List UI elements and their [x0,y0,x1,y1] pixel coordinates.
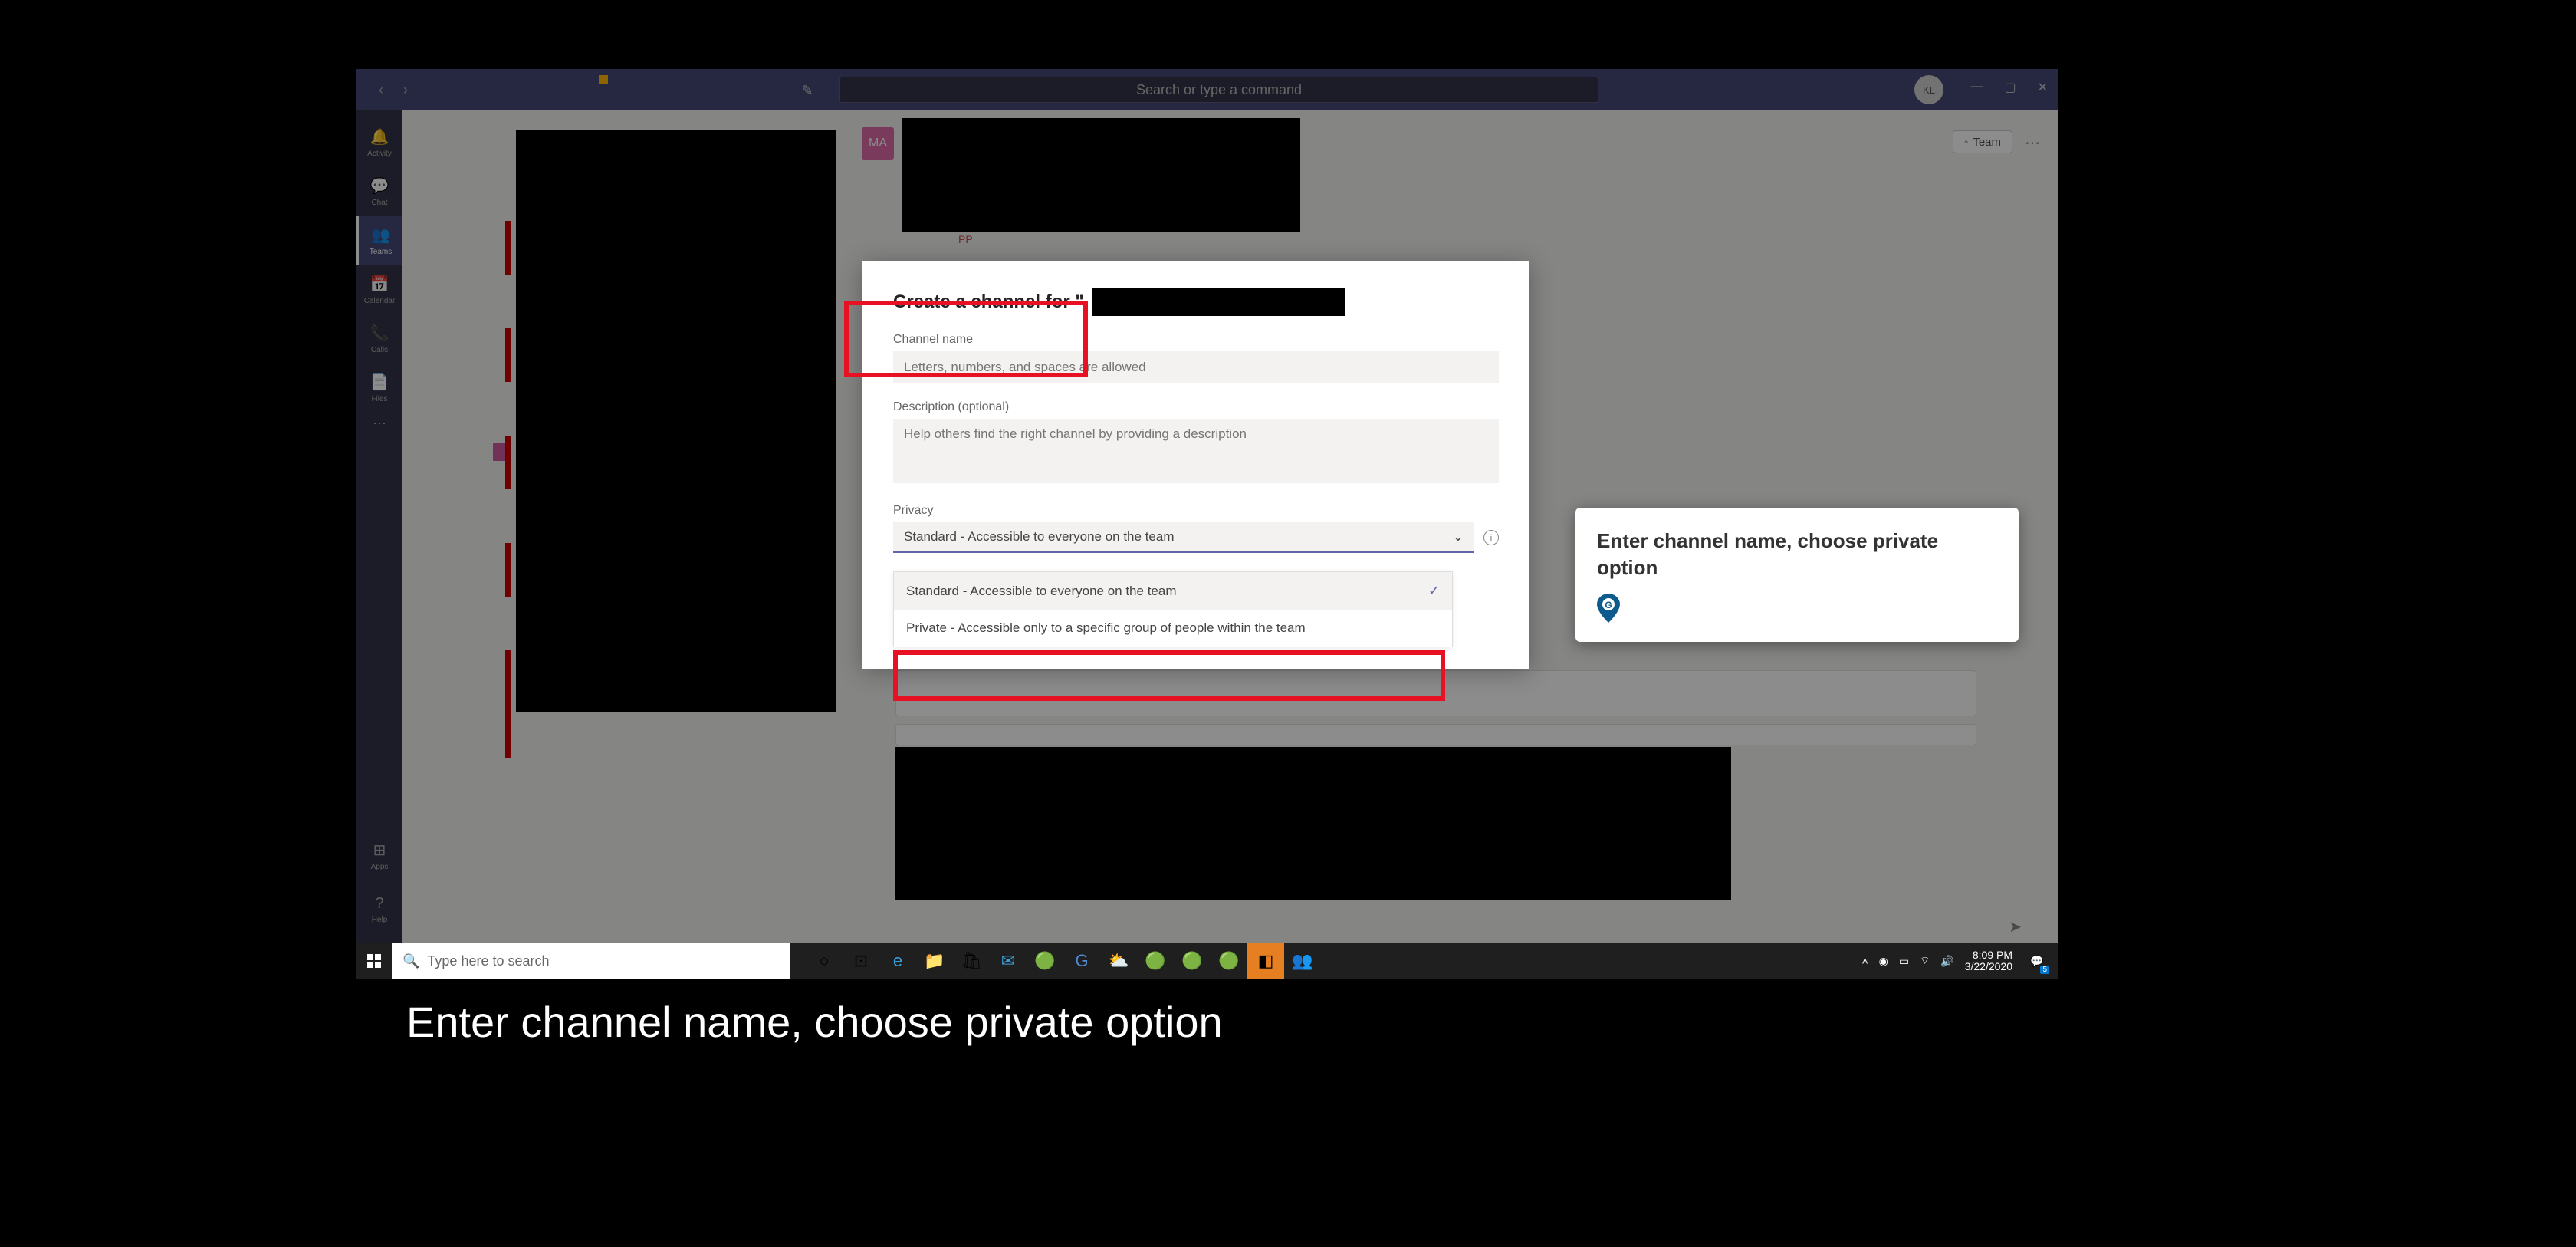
privacy-option-standard[interactable]: Standard - Accessible to everyone on the… [894,572,1452,610]
instruction-callout: Enter channel name, choose private optio… [1576,508,2019,642]
taskbar-search-input[interactable]: 🔍 Type here to search [392,943,790,979]
app-g-icon[interactable]: G [1063,943,1100,979]
create-channel-modal: Create a channel for " Channel name Desc… [863,261,1530,669]
taskbar-search-placeholder: Type here to search [427,953,549,969]
check-icon: ✓ [1428,583,1440,599]
channel-name-label: Channel name [893,333,1499,347]
chevron-down-icon: ⌄ [1453,529,1464,545]
search-icon: 🔍 [402,953,419,969]
tray-volume-icon[interactable]: 🔊 [1940,955,1953,968]
mail-icon[interactable]: ✉ [990,943,1027,979]
channel-name-input[interactable] [893,351,1499,383]
windows-taskbar: 🔍 Type here to search ○ ⊡ e 📁 🛍 ✉ 🟢 G ⛅ … [356,943,2058,979]
app-orange-icon[interactable]: ◧ [1247,943,1284,979]
svg-text:G: G [1605,600,1612,610]
privacy-selected-value: Standard - Accessible to everyone on the… [904,529,1174,545]
tray-chevron-icon[interactable]: ˄ [1861,955,1868,967]
chrome4-icon[interactable]: 🟢 [1211,943,1247,979]
modal-title-prefix: Create a channel for " [893,291,1084,313]
privacy-select[interactable]: Standard - Accessible to everyone on the… [893,522,1474,553]
tray-wifi-icon[interactable]: ⌔ [1920,954,1930,968]
store-icon[interactable]: 🛍 [953,943,990,979]
task-view-icon[interactable]: ⊡ [843,943,879,979]
weather-icon[interactable]: ⛅ [1100,943,1137,979]
explorer-icon[interactable]: 📁 [916,943,953,979]
chrome3-icon[interactable]: 🟢 [1174,943,1211,979]
start-button[interactable] [356,943,392,979]
description-label: Description (optional) [893,400,1499,414]
modal-title: Create a channel for " [893,288,1499,316]
notifications-button[interactable]: 💬 5 [2023,943,2051,979]
tray-location-icon[interactable]: ◉ [1879,955,1888,968]
redaction-block [1092,288,1345,316]
taskbar-clock[interactable]: 8:09 PM 3/22/2020 [1965,949,2013,973]
video-caption: Enter channel name, choose private optio… [406,997,1223,1047]
privacy-option-private[interactable]: Private - Accessible only to a specific … [894,610,1452,647]
option-label: Private - Accessible only to a specific … [906,620,1306,636]
windows-logo-icon [367,954,381,968]
chrome-icon[interactable]: 🟢 [1027,943,1063,979]
privacy-dropdown: Standard - Accessible to everyone on the… [893,571,1453,647]
notification-count: 5 [2040,966,2049,974]
tray-battery-icon[interactable]: ▭ [1899,955,1909,968]
teams-taskbar-icon[interactable]: 👥 [1284,943,1321,979]
instruction-text: Enter channel name, choose private optio… [1597,528,1997,581]
cortana-icon[interactable]: ○ [806,943,843,979]
clock-date: 3/22/2020 [1965,961,2013,972]
option-label: Standard - Accessible to everyone on the… [906,584,1176,599]
clock-time: 8:09 PM [1965,949,2013,961]
chrome2-icon[interactable]: 🟢 [1137,943,1174,979]
edge-icon[interactable]: e [879,943,916,979]
description-input[interactable] [893,419,1499,483]
pin-icon: G [1597,594,1620,623]
privacy-label: Privacy [893,504,1499,518]
info-icon[interactable]: i [1484,530,1499,545]
